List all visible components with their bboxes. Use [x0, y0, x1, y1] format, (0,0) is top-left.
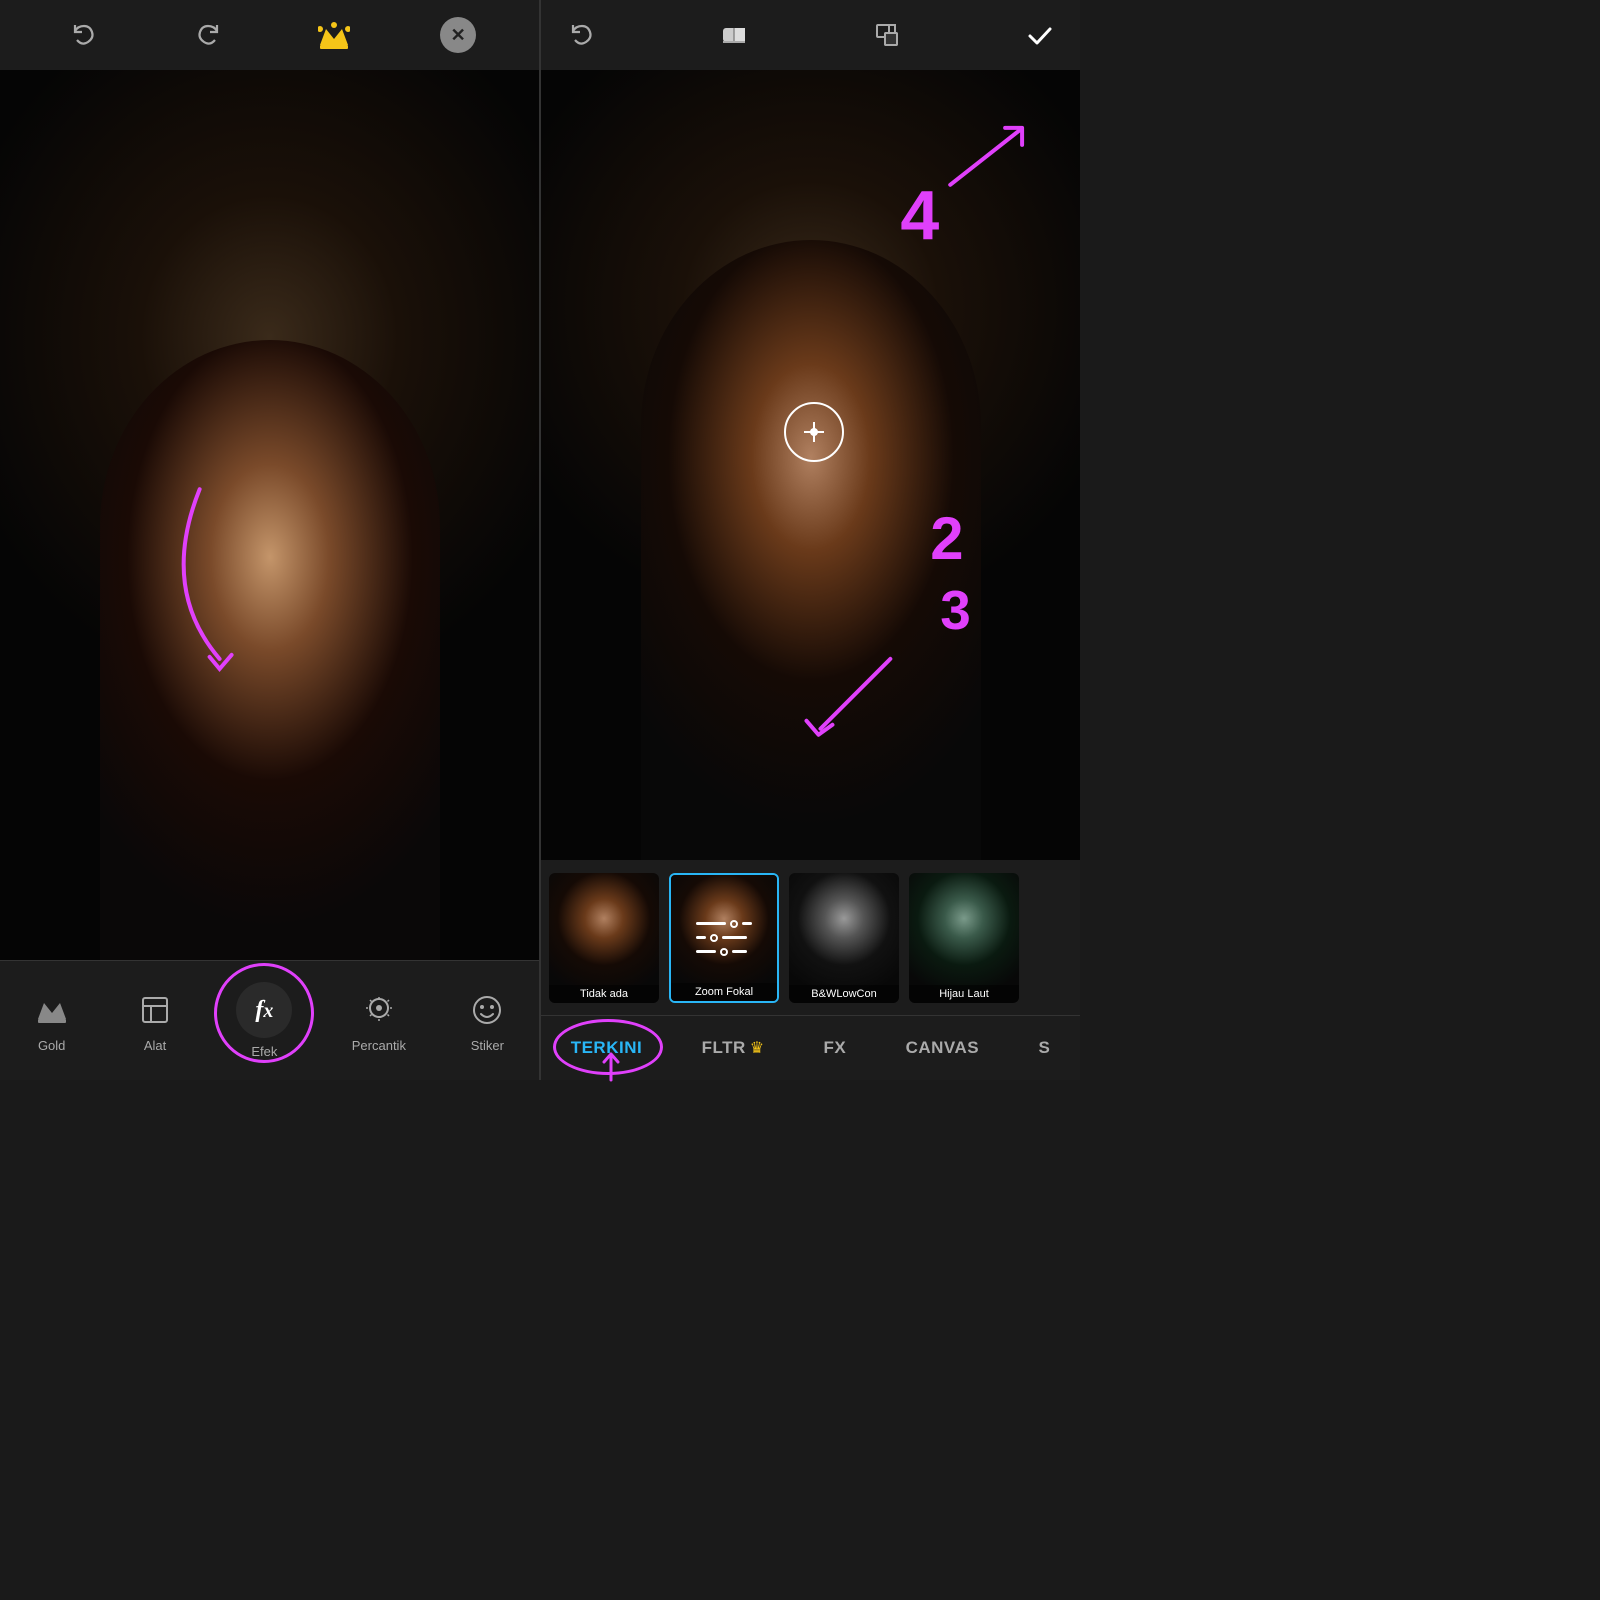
tab-canvas[interactable]: CANVAS: [898, 1016, 988, 1080]
focus-point[interactable]: [784, 402, 844, 462]
redo-button[interactable]: [189, 15, 229, 55]
tab-fx[interactable]: FX: [815, 1016, 854, 1080]
tab-fx-label: FX: [823, 1038, 846, 1058]
tab-fltr-label: FLTR: [702, 1038, 746, 1058]
nav-stiker-label: Stiker: [471, 1038, 504, 1053]
tab-terkini[interactable]: TERKINI: [563, 1016, 651, 1080]
tab-s-label: S: [1038, 1038, 1050, 1058]
filter-label-bwlowcon: B&WLowCon: [789, 985, 899, 1003]
layers-button[interactable]: [867, 15, 907, 55]
filter-label-hijau-laut: Hijau Laut: [909, 985, 1019, 1003]
tab-canvas-label: CANVAS: [906, 1038, 980, 1058]
nav-alat[interactable]: Alat: [133, 988, 177, 1053]
undo-button[interactable]: [63, 15, 103, 55]
tab-s[interactable]: S: [1030, 1016, 1058, 1080]
photo-figure-right: [641, 240, 981, 860]
filter-label-tidak-ada: Tidak ada: [549, 985, 659, 1003]
filter-thumb-img-hijau-laut: [909, 873, 1019, 1003]
efek-icon: fx: [236, 982, 292, 1038]
filter-tidak-ada[interactable]: Tidak ada: [549, 873, 659, 1003]
filter-strip: Tidak ada: [541, 860, 1080, 1015]
fltr-crown-icon: ♛: [750, 1038, 764, 1058]
right-toolbar: [541, 0, 1080, 70]
nav-stiker[interactable]: Stiker: [465, 988, 509, 1053]
close-button[interactable]: ✕: [440, 17, 476, 53]
filter-hijau-laut[interactable]: Hijau Laut: [909, 873, 1019, 1003]
gold-icon: [30, 988, 74, 1032]
filter-label-zoom-fokal: Zoom Fokal: [671, 983, 777, 1001]
nav-percantik-label: Percantik: [352, 1038, 406, 1053]
photo-figure-left: [100, 340, 440, 960]
nav-gold[interactable]: Gold: [30, 988, 74, 1053]
alat-icon: [133, 988, 177, 1032]
nav-efek[interactable]: fx Efek: [236, 982, 292, 1059]
tab-fltr[interactable]: FLTR ♛: [694, 1016, 773, 1080]
bottom-nav: Gold Alat fx Efek: [0, 960, 539, 1080]
nav-gold-label: Gold: [38, 1038, 65, 1053]
stiker-icon: [465, 988, 509, 1032]
right-panel: 4 2 3 Tidak ada: [541, 0, 1080, 1080]
zoom-fokal-icon: [696, 920, 752, 956]
left-toolbar: ✕: [0, 0, 539, 70]
tab-terkini-label: TERKINI: [571, 1038, 643, 1058]
right-photo-area: 4 2 3: [541, 70, 1080, 860]
left-panel: ✕ Gold: [0, 0, 539, 1080]
nav-efek-label: Efek: [251, 1044, 277, 1059]
filter-zoom-fokal[interactable]: Zoom Fokal: [669, 873, 779, 1003]
confirm-button[interactable]: [1020, 15, 1060, 55]
filter-thumb-img-bwlowcon: [789, 873, 899, 1003]
eraser-button[interactable]: [714, 15, 754, 55]
nav-alat-label: Alat: [144, 1038, 166, 1053]
left-photo-area: [0, 70, 539, 960]
percantik-icon: [357, 988, 401, 1032]
tab-bar: TERKINI FLTR ♛ FX CANVAS S: [541, 1015, 1080, 1080]
nav-percantik[interactable]: Percantik: [352, 988, 406, 1053]
filter-thumb-img-tidak-ada: [549, 873, 659, 1003]
crown-button[interactable]: [314, 15, 354, 55]
filter-bwlowcon[interactable]: B&WLowCon: [789, 873, 899, 1003]
right-undo-button[interactable]: [561, 15, 601, 55]
